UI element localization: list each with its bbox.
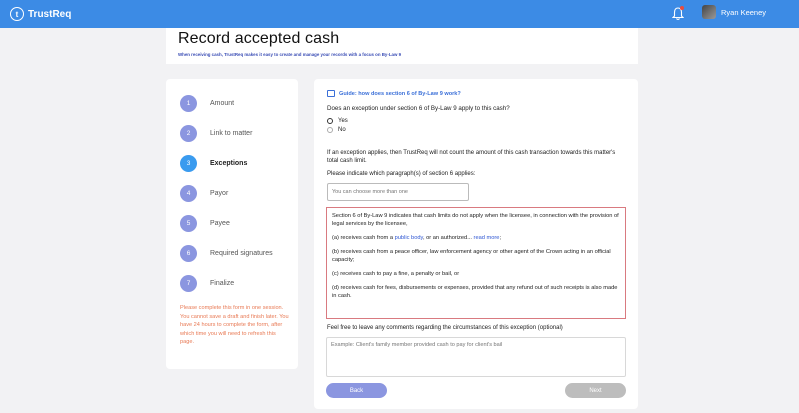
step-label: Required signatures xyxy=(210,250,273,257)
step-exceptions[interactable]: 3 Exceptions xyxy=(180,155,247,172)
app-logo[interactable]: t TrustReq xyxy=(10,7,71,21)
step-payee[interactable]: 5 Payee xyxy=(180,215,230,232)
comments-textarea[interactable] xyxy=(326,337,626,377)
step-label: Payor xyxy=(210,190,229,197)
section-paragraph-b: (b) receives cash from a peace officer, … xyxy=(332,249,611,263)
exception-info: If an exception applies, then TrustReq w… xyxy=(327,150,616,164)
radio-unchecked-icon[interactable] xyxy=(327,127,333,133)
step-label: Payee xyxy=(210,220,230,227)
guide-link[interactable]: Guide: how does section 6 of By-Law 9 wo… xyxy=(327,90,461,97)
step-label: Amount xyxy=(210,100,235,107)
comments-label: Feel free to leave any comments regardin… xyxy=(327,325,563,331)
exception-question: Does an exception under section 6 of By-… xyxy=(327,105,510,112)
section-intro: Section 6 of By-Law 9 indicates that cas… xyxy=(332,213,619,227)
radio-yes[interactable]: Yes xyxy=(327,118,348,124)
public-body-link[interactable]: public body xyxy=(395,235,423,241)
step-number: 6 xyxy=(180,245,197,262)
paragraph-select-input[interactable] xyxy=(327,183,469,201)
logo-icon: t xyxy=(10,7,24,21)
user-menu[interactable]: Ryan Keeney xyxy=(702,5,766,19)
step-payor[interactable]: 4 Payor xyxy=(180,185,228,202)
step-label: Link to matter xyxy=(210,130,253,137)
radio-no[interactable]: No xyxy=(327,127,346,133)
step-number: 7 xyxy=(180,275,197,292)
paragraph-a-suffix: ; xyxy=(499,235,502,241)
step-link-to-matter[interactable]: 2 Link to matter xyxy=(180,125,252,142)
page-header: Record accepted cash When receiving cash… xyxy=(166,28,638,64)
paragraph-a-middle: , or an authorized... xyxy=(422,235,474,241)
read-more-link[interactable]: read more xyxy=(474,235,500,241)
section-6-text: Section 6 of By-Law 9 indicates that cas… xyxy=(326,207,626,319)
user-name: Ryan Keeney xyxy=(721,7,767,17)
section-paragraph-a: (a) receives cash from a public body, or… xyxy=(332,234,620,242)
section-paragraph-c: (c) receives cash to pay a fine, a penal… xyxy=(332,271,460,277)
step-number: 5 xyxy=(180,215,197,232)
section-paragraph-d: (d) receives cash for fees, disbursement… xyxy=(332,285,618,299)
back-button[interactable]: Back xyxy=(326,383,387,398)
step-required-signatures[interactable]: 6 Required signatures xyxy=(180,245,273,262)
step-finalize[interactable]: 7 Finalize xyxy=(180,275,234,292)
guide-label: Guide: how does section 6 of By-Law 9 wo… xyxy=(339,90,461,97)
step-amount[interactable]: 1 Amount xyxy=(180,95,234,112)
page-title: Record accepted cash xyxy=(178,30,340,47)
step-label: Finalize xyxy=(210,280,235,287)
radio-label: No xyxy=(338,127,346,133)
step-number: 1 xyxy=(180,95,197,112)
paragraph-a-prefix: (a) receives cash from a xyxy=(332,235,395,241)
step-number: 2 xyxy=(180,125,197,142)
steps-panel: 1 Amount 2 Link to matter 3 Exceptions 4… xyxy=(166,79,298,369)
step-number: 4 xyxy=(180,185,197,202)
avatar xyxy=(702,5,716,19)
exceptions-form: Guide: how does section 6 of By-Law 9 wo… xyxy=(314,79,638,409)
session-notice: Please complete this form in one session… xyxy=(180,305,289,345)
next-button[interactable]: Next xyxy=(565,383,626,398)
radio-checked-icon[interactable] xyxy=(327,118,333,124)
app-name: TrustReq xyxy=(28,8,72,20)
page-subtitle: When receiving cash, TrustReq makes it e… xyxy=(178,52,402,57)
step-number: 3 xyxy=(180,155,197,172)
notification-dot xyxy=(680,6,684,10)
guide-icon xyxy=(327,90,335,97)
radio-label: Yes xyxy=(338,118,348,124)
step-label: Exceptions xyxy=(210,160,248,167)
paragraph-question: Please indicate which paragraph(s) of se… xyxy=(327,171,476,177)
